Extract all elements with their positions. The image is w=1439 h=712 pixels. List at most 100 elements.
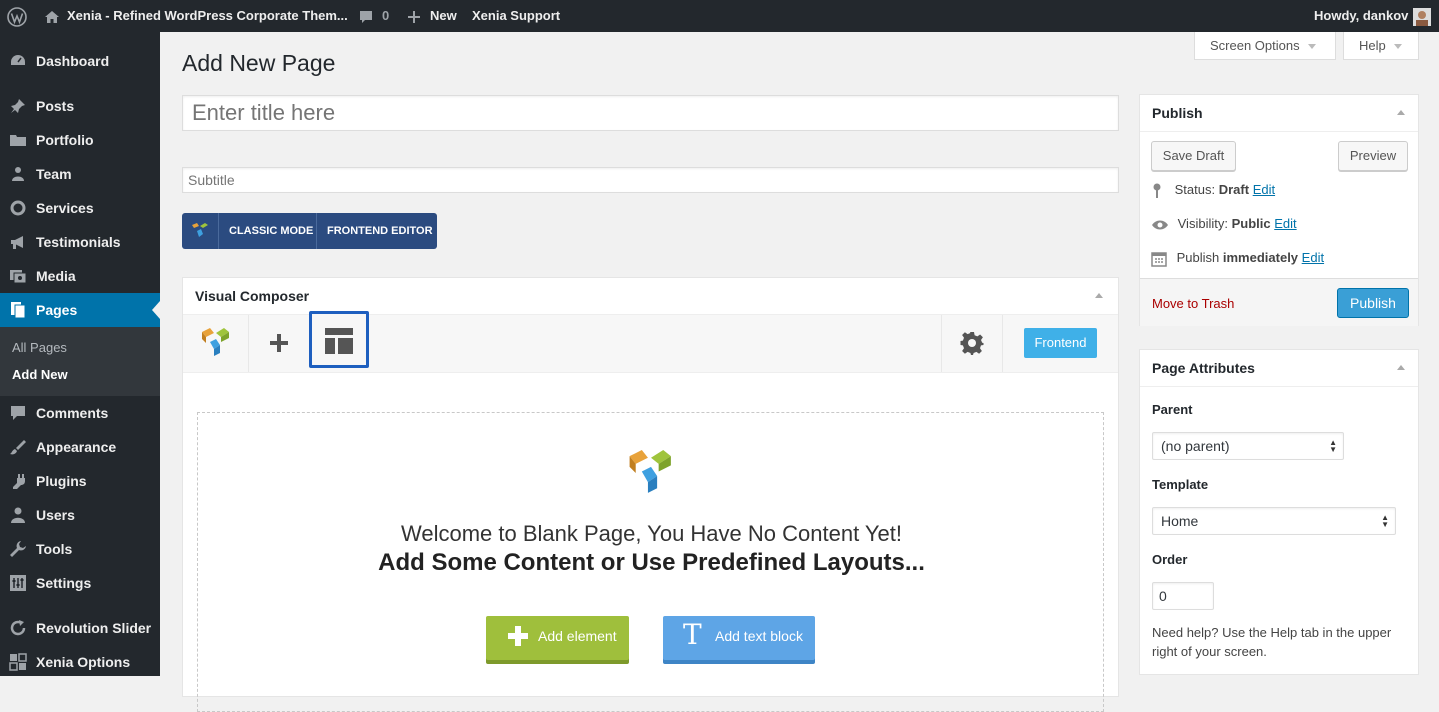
vc-box-title: Visual Composer (195, 288, 310, 304)
page-attributes-box: Page Attributes Parent (no parent) ▲ ▼ Te… (1139, 349, 1419, 675)
sidebar-item-xenia-options[interactable]: Xenia Options (0, 645, 160, 679)
folder-icon (10, 135, 26, 146)
sidebar-item-users[interactable]: Users (0, 498, 160, 532)
pin-icon (1153, 183, 1161, 198)
people-icon (12, 167, 24, 181)
vc-mode-switch: CLASSIC MODE FRONTEND EDITOR (182, 213, 437, 249)
help-button[interactable]: Help (1343, 32, 1419, 60)
select-arrows-icon: ▲ ▼ (1381, 513, 1389, 529)
grid-icon (9, 653, 27, 671)
vc-logo-icon (629, 450, 671, 493)
sidebar-item-plugins[interactable]: Plugins (0, 464, 160, 498)
wordpress-logo-icon[interactable] (7, 0, 27, 32)
avatar[interactable] (1413, 0, 1431, 32)
select-arrows-icon: ▲ ▼ (1329, 438, 1337, 454)
current-menu-arrow (152, 301, 160, 319)
new-content-link[interactable]: New (430, 0, 457, 32)
screen-options-button[interactable]: Screen Options (1194, 32, 1336, 60)
vc-logo-icon (202, 328, 229, 356)
move-to-trash-link[interactable]: Move to Trash (1152, 296, 1234, 311)
admin-bar: Xenia - Refined WordPress Corporate Them… (0, 0, 1439, 32)
title-input[interactable] (182, 95, 1119, 131)
save-draft-button[interactable]: Save Draft (1151, 141, 1236, 171)
publish-date-edit-link[interactable]: Edit (1302, 250, 1324, 265)
brush-icon (10, 440, 26, 455)
vc-logo-icon[interactable] (191, 213, 209, 249)
publish-date-row: Publish immediately Edit (1151, 250, 1324, 267)
add-element-button[interactable]: Add element (486, 616, 629, 660)
order-label: Order (1152, 552, 1188, 567)
sidebar-item-team[interactable]: Team (0, 157, 160, 191)
page-attributes-title: Page Attributes (1152, 360, 1255, 376)
plug-icon (13, 474, 25, 489)
admin-sidebar: Dashboard Posts Portfolio Team Services … (0, 32, 160, 676)
parent-label: Parent (1152, 402, 1193, 417)
status-row: Status: Draft Edit (1151, 182, 1275, 199)
sidebar-item-tools[interactable]: Tools (0, 532, 160, 566)
text-t-icon: T (683, 618, 702, 651)
add-text-block-button[interactable]: T Add text block (663, 616, 815, 660)
sidebar-item-media[interactable]: Media (0, 259, 160, 293)
sidebar-item-revolution-slider[interactable]: Revolution Slider (0, 611, 160, 645)
sidebar-item-portfolio[interactable]: Portfolio (0, 123, 160, 157)
publish-button[interactable]: Publish (1337, 288, 1409, 318)
status-edit-link[interactable]: Edit (1253, 182, 1275, 197)
publish-box-title: Publish (1152, 105, 1203, 121)
sidebar-item-posts[interactable]: Posts (0, 89, 160, 123)
collapse-toggle-icon[interactable] (1397, 110, 1405, 115)
howdy-user[interactable]: Howdy, dankov (1314, 0, 1408, 32)
site-title-link[interactable]: Xenia - Refined WordPress Corporate Them… (67, 0, 348, 32)
frontend-editor-button[interactable]: FRONTEND EDITOR (327, 213, 433, 249)
pages-submenu: All Pages Add New (0, 327, 160, 396)
plus-icon (270, 334, 288, 352)
add-element-toolbar-button[interactable] (249, 315, 309, 372)
vc-toolbar: Frontend (183, 311, 1118, 373)
eye-icon (1152, 220, 1168, 230)
layout-template-icon (325, 328, 353, 354)
pages-icon (11, 302, 26, 319)
parent-select[interactable]: (no parent) ▲ ▼ (1152, 432, 1344, 460)
sidebar-item-testimonials[interactable]: Testimonials (0, 225, 160, 259)
media-icon (10, 270, 27, 284)
support-link[interactable]: Xenia Support (472, 0, 560, 32)
settings-toolbar-button[interactable] (942, 315, 1002, 372)
settings-icon (10, 575, 26, 591)
submenu-item-all-pages[interactable]: All Pages (12, 340, 67, 355)
chevron-down-icon (1307, 44, 1316, 50)
comments-count[interactable]: 0 (382, 0, 389, 32)
sidebar-item-appearance[interactable]: Appearance (0, 430, 160, 464)
vc-toolbar-logo[interactable] (183, 315, 248, 372)
sidebar-item-settings[interactable]: Settings (0, 566, 160, 600)
vc-frontend-button[interactable]: Frontend (1024, 328, 1097, 358)
plus-icon[interactable] (407, 0, 421, 32)
page-title: Add New Page (182, 50, 336, 76)
sidebar-item-dashboard[interactable]: Dashboard (0, 44, 160, 78)
wrench-icon (10, 541, 26, 557)
collapse-toggle-icon[interactable] (1095, 293, 1103, 298)
user-icon (11, 507, 25, 523)
templates-button[interactable] (309, 311, 369, 368)
welcome-subheading: Add Some Content or Use Predefined Layou… (378, 549, 925, 576)
calendar-icon (1151, 251, 1167, 267)
comment-icon (11, 406, 25, 420)
subtitle-input[interactable] (182, 167, 1119, 193)
publish-box: Publish Save Draft Preview Status: Draft… (1139, 94, 1419, 326)
visual-composer-box: Visual Composer Frontend Welcome to Blan… (182, 277, 1119, 712)
sidebar-item-pages[interactable]: Pages (0, 293, 160, 327)
order-input[interactable]: 0 (1152, 582, 1214, 610)
home-icon[interactable] (44, 0, 60, 32)
comment-bubble-icon[interactable] (358, 0, 374, 32)
classic-mode-button[interactable]: CLASSIC MODE (229, 213, 313, 249)
refresh-icon (10, 620, 26, 636)
submenu-item-add-new[interactable]: Add New (12, 367, 68, 382)
dashboard-icon (11, 55, 25, 65)
template-select[interactable]: Home ▲ ▼ (1152, 507, 1396, 535)
visibility-edit-link[interactable]: Edit (1274, 216, 1296, 231)
help-text-line-1: Need help? Use the Help tab in the upper (1152, 625, 1392, 640)
sidebar-item-comments[interactable]: Comments (0, 396, 160, 430)
preview-button[interactable]: Preview (1338, 141, 1408, 171)
chevron-down-icon (1393, 44, 1402, 50)
circle-icon (10, 200, 26, 216)
collapse-toggle-icon[interactable] (1397, 365, 1405, 370)
sidebar-item-services[interactable]: Services (0, 191, 160, 225)
